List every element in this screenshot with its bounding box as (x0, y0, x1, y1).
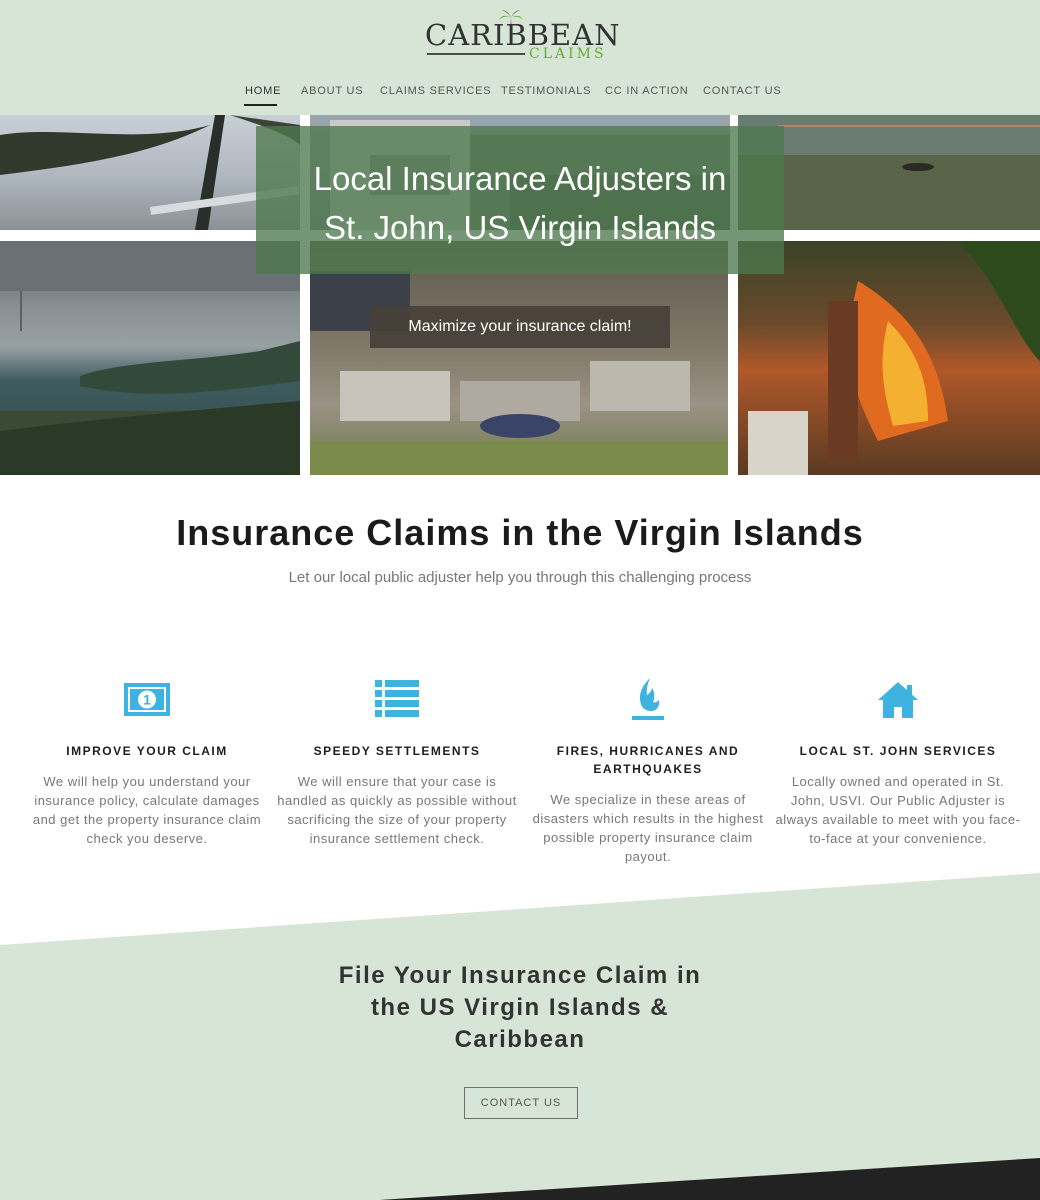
section-subtitle: Let our local public adjuster help you t… (288, 569, 752, 586)
feature-fires-hurricanes: FIRES, HURRICANES AND EARTHQUAKES We spe… (523, 676, 773, 866)
feature-title: LOCAL ST. JOHN SERVICES (799, 744, 997, 758)
nav-item-contact-us[interactable]: CONTACT US (703, 85, 782, 97)
nav-item-testimonials[interactable]: TESTIMONIALS (501, 85, 591, 97)
feature-text: We specialize in these areas of disaster… (532, 792, 764, 864)
hero-title-line-1: Local Insurance Adjusters in (313, 160, 727, 197)
feature-title: SPEEDY SETTLEMENTS (313, 744, 481, 758)
feature-title: IMPROVE YOUR CLAIM (66, 744, 228, 758)
cta-title: File Your Insurance Claim in the US Virg… (300, 960, 740, 1056)
palm-storm-illustration (0, 115, 300, 230)
fire-illustration (748, 241, 1040, 475)
feature-text: We will ensure that your case is handled… (277, 774, 517, 846)
feature-local-services: LOCAL ST. JOHN SERVICES Locally owned an… (773, 676, 1023, 848)
cta-title-line-1: File Your Insurance Claim in (338, 962, 702, 989)
hero-photo-waterspout-coast (0, 241, 300, 475)
hero-title: Local Insurance Adjusters in St. John, U… (256, 154, 784, 252)
hero-banner: Local Insurance Adjusters in St. John, U… (0, 115, 1040, 475)
list-icon (375, 680, 419, 717)
logo-divider (427, 53, 525, 55)
hero-title-panel: Local Insurance Adjusters in St. John, U… (256, 126, 784, 274)
feature-title-line-1: FIRES, HURRICANES AND (556, 744, 740, 758)
nav-item-home[interactable]: HOME (245, 85, 281, 97)
nav-active-indicator (244, 104, 277, 106)
logo-subtitle: CLAIMS (529, 46, 607, 62)
section-title: Insurance Claims in the Virgin Islands (176, 512, 864, 553)
debris-illustration (310, 271, 728, 475)
money-icon: 1 (124, 683, 170, 716)
feature-speedy-settlements: SPEEDY SETTLEMENTS We will ensure that y… (272, 676, 522, 848)
nav-item-about-us[interactable]: ABOUT US (301, 85, 363, 97)
contact-us-button[interactable]: CONTACT US (464, 1087, 578, 1119)
cta-title-line-2: the US Virgin Islands & (370, 994, 670, 1021)
nav-item-cc-in-action[interactable]: CC IN ACTION (605, 85, 689, 97)
site-logo[interactable]: CARIBBEAN CLAIMS (425, 8, 620, 64)
hero-title-line-2: St. John, US Virgin Islands (324, 209, 716, 246)
feature-text: Locally owned and operated in St. John, … (775, 774, 1021, 846)
hero-photo-debris (310, 241, 728, 475)
main-nav: HOME ABOUT US CLAIMS SERVICES TESTIMONIA… (0, 85, 1040, 109)
feature-improve-claim: 1 IMPROVE YOUR CLAIM We will help you un… (22, 676, 272, 848)
coast-illustration (0, 241, 300, 475)
flame-icon (632, 678, 664, 720)
feature-title-line-2: EARTHQUAKES (593, 762, 703, 776)
feature-title: FIRES, HURRICANES AND EARTHQUAKES (523, 742, 773, 778)
svg-text:1: 1 (143, 692, 151, 708)
home-icon (878, 682, 918, 718)
maximize-claim-button[interactable]: Maximize your insurance claim! (370, 306, 670, 348)
cta-title-line-3: Caribbean (454, 1026, 586, 1053)
hero-photo-fire (738, 241, 1040, 475)
nav-item-claims-services[interactable]: CLAIMS SERVICES (380, 85, 491, 97)
feature-text: We will help you understand your insuran… (32, 774, 262, 846)
hero-photo-palm-storm (0, 115, 300, 230)
site-header: CARIBBEAN CLAIMS HOME ABOUT US CLAIMS SE… (0, 0, 1040, 115)
